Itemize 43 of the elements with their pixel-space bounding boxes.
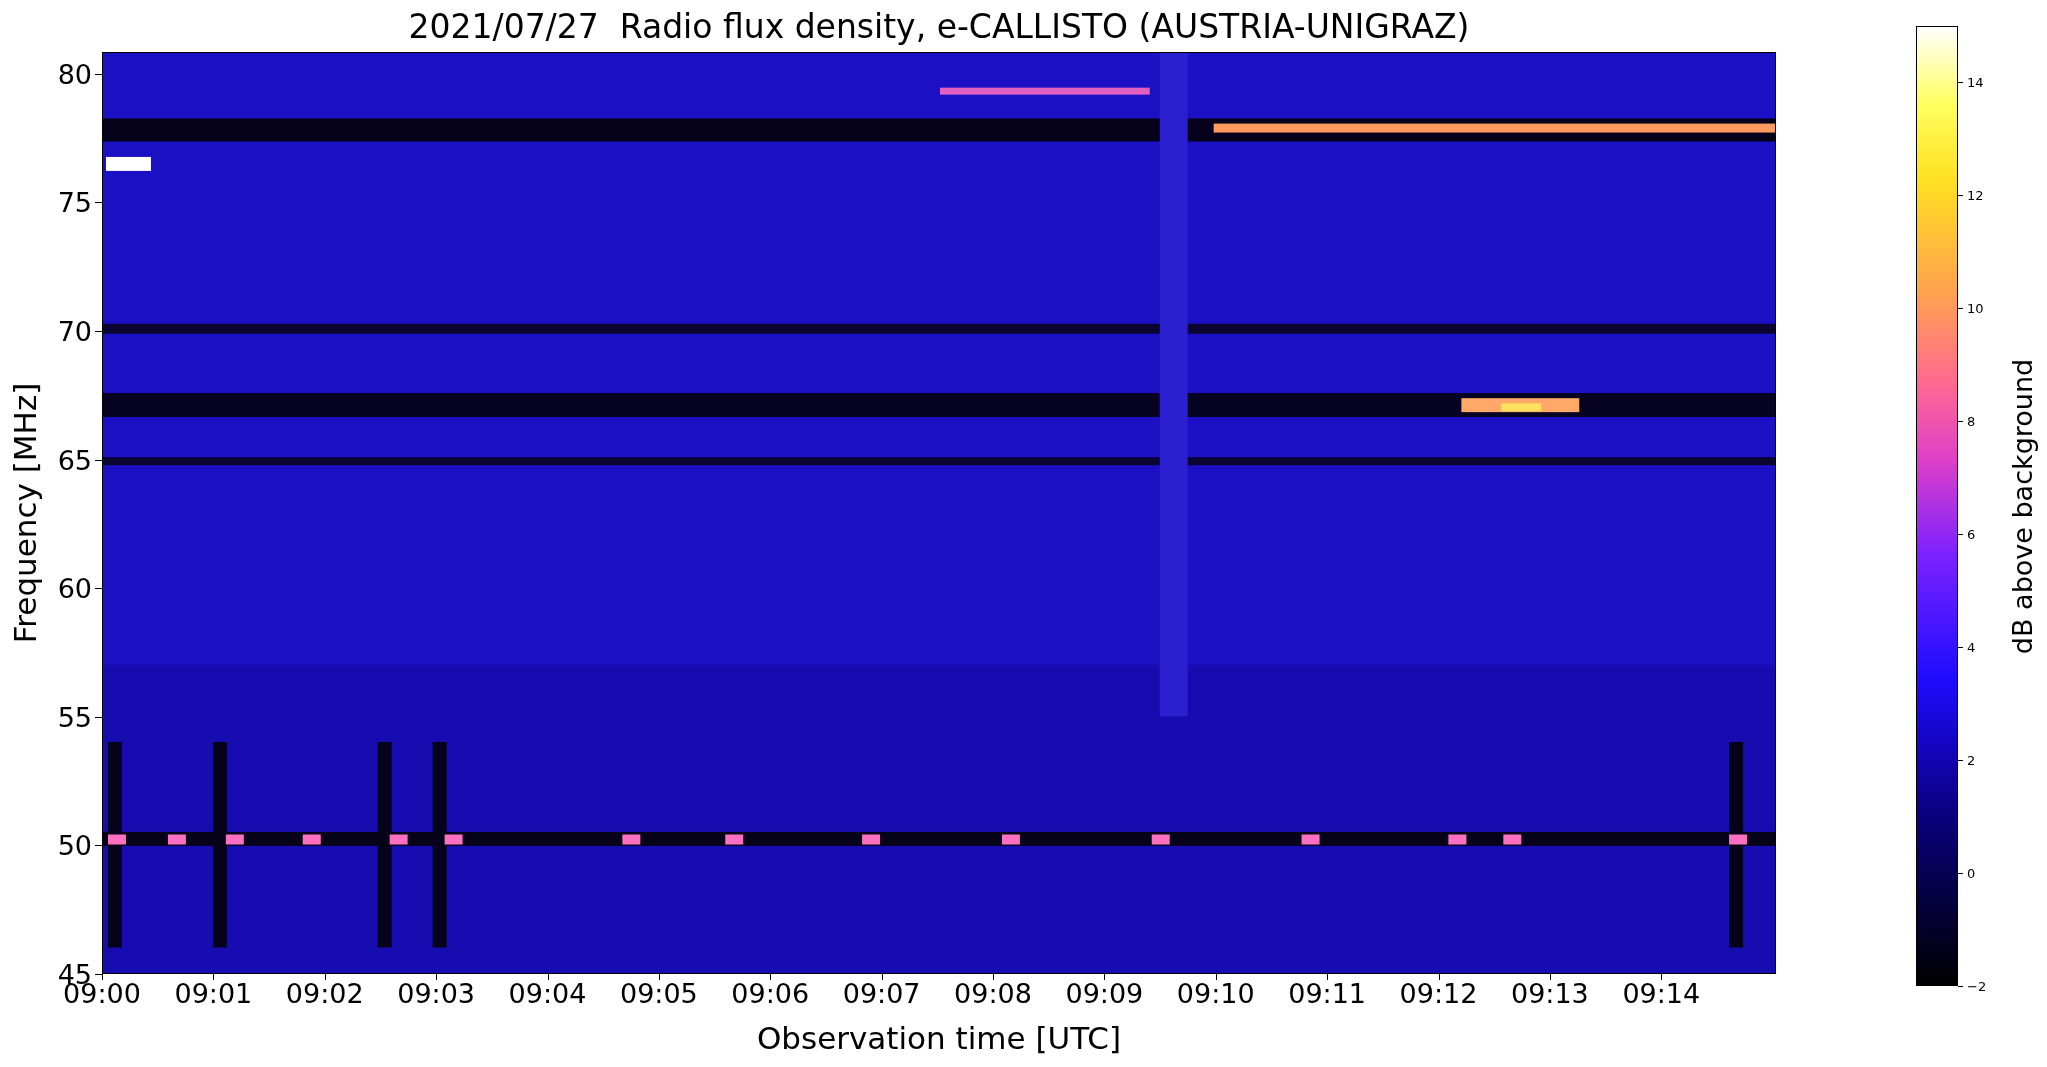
tick-label: 09:13 [1511, 980, 1589, 1007]
tick-label: 10 [1967, 301, 1984, 315]
tick-mark [1958, 195, 1963, 197]
axis-label: Frequency [MHz] [7, 382, 43, 644]
tick-mark [1958, 647, 1963, 649]
tick-label: 50 [57, 831, 92, 859]
tick-label: −2 [1967, 979, 1987, 993]
tick-label: 09:08 [954, 980, 1032, 1007]
tick-label: 65 [57, 446, 92, 474]
tick-label: 55 [57, 703, 92, 731]
chart-title: 2021/07/27 Radio flux density, e-CALLISTO (AUSTRIA-UNIGRAZ) [408, 6, 1470, 46]
tick-mark [1958, 534, 1963, 536]
tick-mark [1958, 760, 1963, 762]
tick-label: 09:14 [1622, 980, 1701, 1007]
tick-label: 2 [1967, 753, 1976, 767]
tick-label: 09:12 [1399, 980, 1478, 1007]
axis-label: dB above background [2007, 358, 2039, 654]
tick-label: 0 [1967, 866, 1976, 880]
tick-mark [1958, 308, 1963, 310]
axis-label: Observation time [UTC] [756, 1020, 1122, 1056]
tick-label: 70 [57, 317, 92, 345]
tick-mark [1958, 421, 1963, 423]
tick-mark [1958, 986, 1963, 987]
tick-label: 60 [57, 574, 92, 602]
tick-label: 09:04 [508, 980, 587, 1007]
tick-label: 09:11 [1288, 980, 1367, 1007]
tick-label: 6 [1967, 527, 1976, 541]
tick-label: 09:01 [174, 980, 253, 1007]
tick-label: 80 [57, 60, 92, 88]
tick-label: 09:07 [842, 980, 921, 1007]
tick-label: 09:02 [285, 980, 364, 1007]
tick-label: 09:05 [619, 980, 698, 1007]
tick-label: 4 [1967, 640, 1976, 654]
tick-label: 14 [1967, 75, 1984, 89]
tick-label: 12 [1967, 188, 1984, 202]
tick-mark [1958, 873, 1963, 875]
tick-label: 09:06 [731, 980, 810, 1007]
tick-label: 09:09 [1065, 980, 1144, 1007]
tick-label: 09:03 [397, 980, 476, 1007]
tick-label: 8 [1967, 414, 1976, 428]
tick-label: 75 [57, 188, 92, 216]
tick-label: 09:10 [1176, 980, 1255, 1007]
tick-mark [1958, 82, 1963, 84]
